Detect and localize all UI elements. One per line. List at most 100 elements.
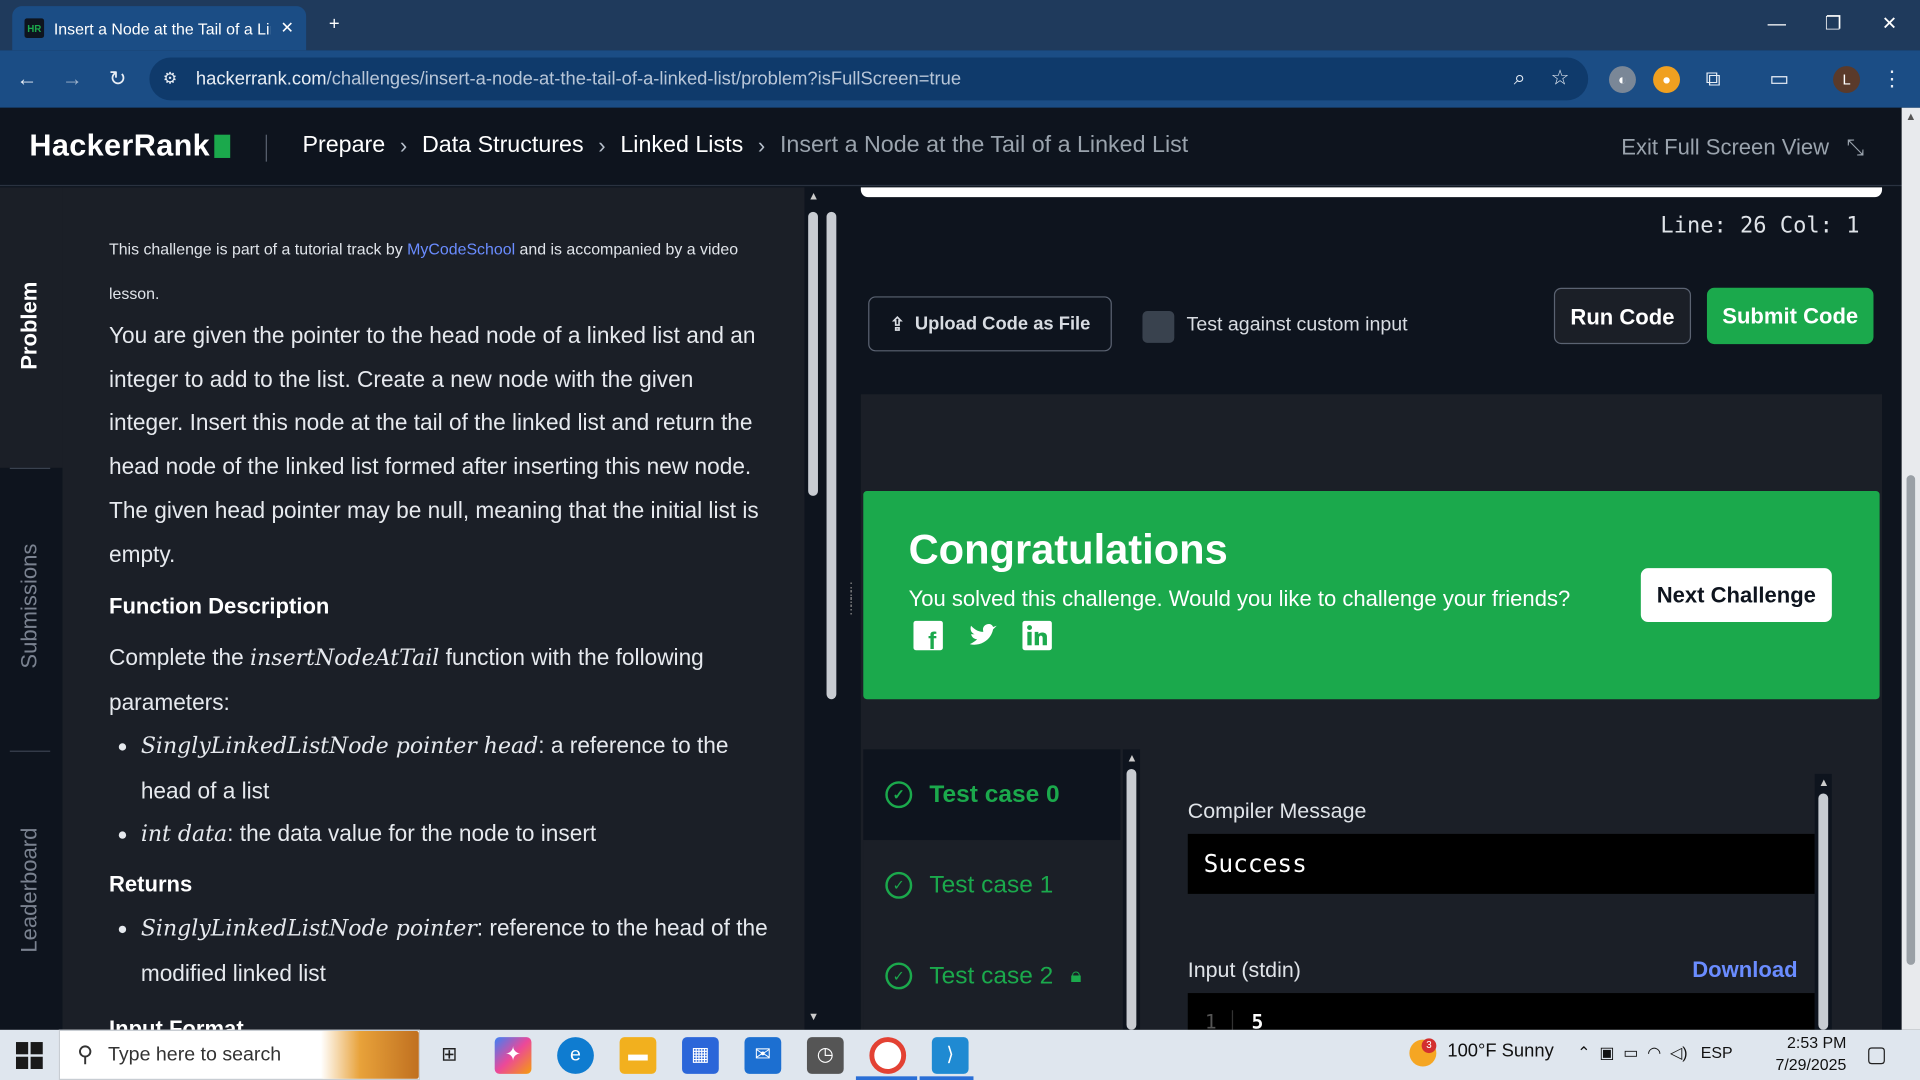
wifi-icon: ◠ [1647, 1043, 1662, 1062]
bookmark-star-icon[interactable]: ☆ [1544, 62, 1576, 94]
reload-icon[interactable]: ↻ [102, 64, 134, 96]
mycodeschool-link[interactable]: MyCodeSchool [407, 240, 515, 258]
active-app-indicator [919, 1076, 974, 1080]
system-tray[interactable]: ⌃ ▣ ▭ ◠ ◁) ESP [1577, 1043, 1732, 1063]
extension-2-icon[interactable]: ● [1653, 66, 1681, 94]
profile-avatar[interactable]: L [1833, 66, 1861, 94]
code-editor[interactable] [860, 187, 1883, 198]
chrome-icon[interactable] [869, 1037, 907, 1074]
test-case-scrollbar[interactable]: ▲ [1122, 749, 1141, 1030]
list-item: int data: the data value for the node to… [141, 812, 778, 857]
weather-text[interactable]: 100°F Sunny [1447, 1041, 1553, 1062]
compiler-message-value: Success [1187, 833, 1815, 894]
returns-list: SinglyLinkedListNode pointer: reference … [141, 906, 778, 995]
test-case-1-tab[interactable]: ✓ Test case 1 [863, 840, 1120, 931]
restore-icon[interactable]: ❐ [1817, 10, 1849, 39]
custom-input-checkbox[interactable] [1142, 311, 1175, 343]
params-list: SinglyLinkedListNode pointer head: a ref… [141, 724, 778, 858]
custom-input-label[interactable]: Test against custom input [1187, 315, 1408, 337]
search-icon: ⚲ [77, 1042, 94, 1067]
tab-title: Insert a Node at the Tail of a Lin [53, 18, 271, 38]
run-code-button[interactable]: Run Code [1553, 287, 1692, 345]
url-field[interactable]: hackerrank.com/challenges/insert-a-node-… [149, 57, 1589, 101]
search-highlight-image [320, 1031, 419, 1079]
stdin-box: 1 5 [1187, 993, 1815, 1033]
mail-icon[interactable]: ✉ [744, 1037, 782, 1074]
cursor-position: Line: 26 Col: 1 [1660, 213, 1860, 239]
test-case-2-tab[interactable]: ✓ Test case 2 🔒︎ [863, 931, 1120, 1022]
new-tab-icon[interactable]: + [318, 10, 350, 39]
check-circle-icon: ✓ [885, 962, 913, 990]
hackerrank-logo[interactable]: HackerRank [29, 129, 230, 165]
stdin-label: Input (stdin) [1187, 957, 1301, 983]
list-item: SinglyLinkedListNode pointer head: a ref… [141, 724, 778, 813]
breadcrumb-prepare[interactable]: Prepare [302, 132, 385, 159]
breadcrumb: Prepare › Data Structures › Linked Lists… [302, 132, 1188, 159]
copilot-icon[interactable]: ✦ [494, 1037, 532, 1074]
upload-code-button[interactable]: ⇪ Upload Code as File [868, 296, 1112, 352]
taskbar-search-placeholder: Type here to search [107, 1043, 282, 1065]
browser-tab[interactable]: HR Insert a Node at the Tail of a Lin ✕ [12, 6, 307, 51]
tutorial-note: This challenge is part of a tutorial tra… [108, 240, 739, 303]
extensions-puzzle-icon[interactable]: ⧉ [1697, 64, 1729, 96]
hackerrank-favicon-icon: HR [24, 18, 45, 38]
tab-leaderboard[interactable]: Leaderboard [17, 828, 43, 953]
panel-resize-handle[interactable]: ⋮ ⋮ ⋮ ⋮ [845, 582, 857, 636]
problem-scrollbar[interactable]: ▲ ▼ [804, 187, 842, 1030]
lock-icon: 🔒︎ [1070, 963, 1082, 987]
rail-divider [9, 750, 51, 752]
meet-icon: ▣ [1599, 1043, 1615, 1062]
twitter-icon[interactable] [966, 620, 1000, 654]
facebook-icon[interactable]: f [911, 620, 945, 655]
forward-icon[interactable]: → [56, 64, 88, 96]
chevron-right-icon: › [598, 132, 606, 158]
problem-description: You are given the pointer to the head no… [108, 322, 759, 567]
breadcrumb-current: Insert a Node at the Tail of a Linked Li… [779, 132, 1189, 158]
language-indicator: ESP [1700, 1043, 1733, 1062]
zoom-icon[interactable]: ⌕ [1504, 62, 1536, 94]
notification-icon[interactable]: ▢ [1866, 1042, 1887, 1068]
submit-code-button[interactable]: Submit Code [1706, 287, 1874, 345]
task-view-icon[interactable]: ⊞ [431, 1037, 468, 1074]
tab-submissions[interactable]: Submissions [17, 544, 43, 669]
exit-fullscreen-link[interactable]: Exit Full Screen View [1621, 135, 1829, 161]
minimize-icon[interactable]: — [1761, 10, 1793, 39]
tab-close-icon[interactable]: ✕ [281, 18, 294, 38]
linkedin-icon[interactable] [1020, 620, 1054, 654]
check-circle-icon: ✓ [885, 781, 913, 809]
browser-menu-icon[interactable]: ⋮ [1876, 64, 1908, 96]
vscode-icon[interactable]: ⟩ [931, 1037, 969, 1074]
breadcrumb-data-structures[interactable]: Data Structures [422, 132, 584, 159]
active-app-indicator [855, 1076, 918, 1080]
output-scrollbar[interactable]: ▲ [1814, 773, 1832, 1030]
input-format-heading: Input Format [108, 1016, 244, 1030]
problem-panel: This challenge is part of a tutorial tra… [62, 187, 805, 1030]
download-link[interactable]: Download [1692, 958, 1797, 984]
header-divider [265, 134, 267, 162]
page-scrollbar[interactable]: ▲ [1901, 107, 1920, 1030]
chevron-right-icon: › [757, 132, 766, 158]
windows-start-icon[interactable] [15, 1042, 43, 1075]
breadcrumb-linked-lists[interactable]: Linked Lists [620, 132, 743, 159]
function-heading: Function Description [108, 593, 330, 619]
next-challenge-button[interactable]: Next Challenge [1640, 568, 1832, 623]
window-close-icon[interactable]: ✕ [1873, 10, 1905, 39]
tab-search-icon[interactable]: ▭ [1763, 64, 1795, 96]
back-icon[interactable]: ← [11, 64, 43, 96]
extension-icon[interactable]: ◐ [1608, 66, 1636, 94]
site-settings-icon[interactable]: ⚙ [163, 69, 177, 89]
tab-problem[interactable]: Problem [17, 282, 43, 370]
taskbar-clock[interactable]: 2:53 PM 7/29/2025 [1776, 1032, 1847, 1076]
upload-icon: ⇪ [889, 314, 906, 335]
chevron-up-icon: ⌃ [1577, 1043, 1591, 1062]
test-case-0-tab[interactable]: ✓ Test case 0 [863, 749, 1121, 841]
volume-icon: ◁) [1669, 1043, 1688, 1062]
function-text: Complete the insertNodeAtTail function w… [108, 644, 704, 715]
url-path: /challenges/insert-a-node-at-the-tail-of… [326, 68, 962, 90]
chevron-right-icon: › [399, 132, 408, 158]
store-icon[interactable]: ▦ [682, 1037, 719, 1074]
edge-icon[interactable]: e [557, 1037, 594, 1074]
collapse-arrows-icon[interactable]: ⤡ [1847, 135, 1865, 161]
file-explorer-icon[interactable]: ▬ [619, 1037, 657, 1074]
clock-app-icon[interactable]: ◷ [806, 1037, 844, 1074]
